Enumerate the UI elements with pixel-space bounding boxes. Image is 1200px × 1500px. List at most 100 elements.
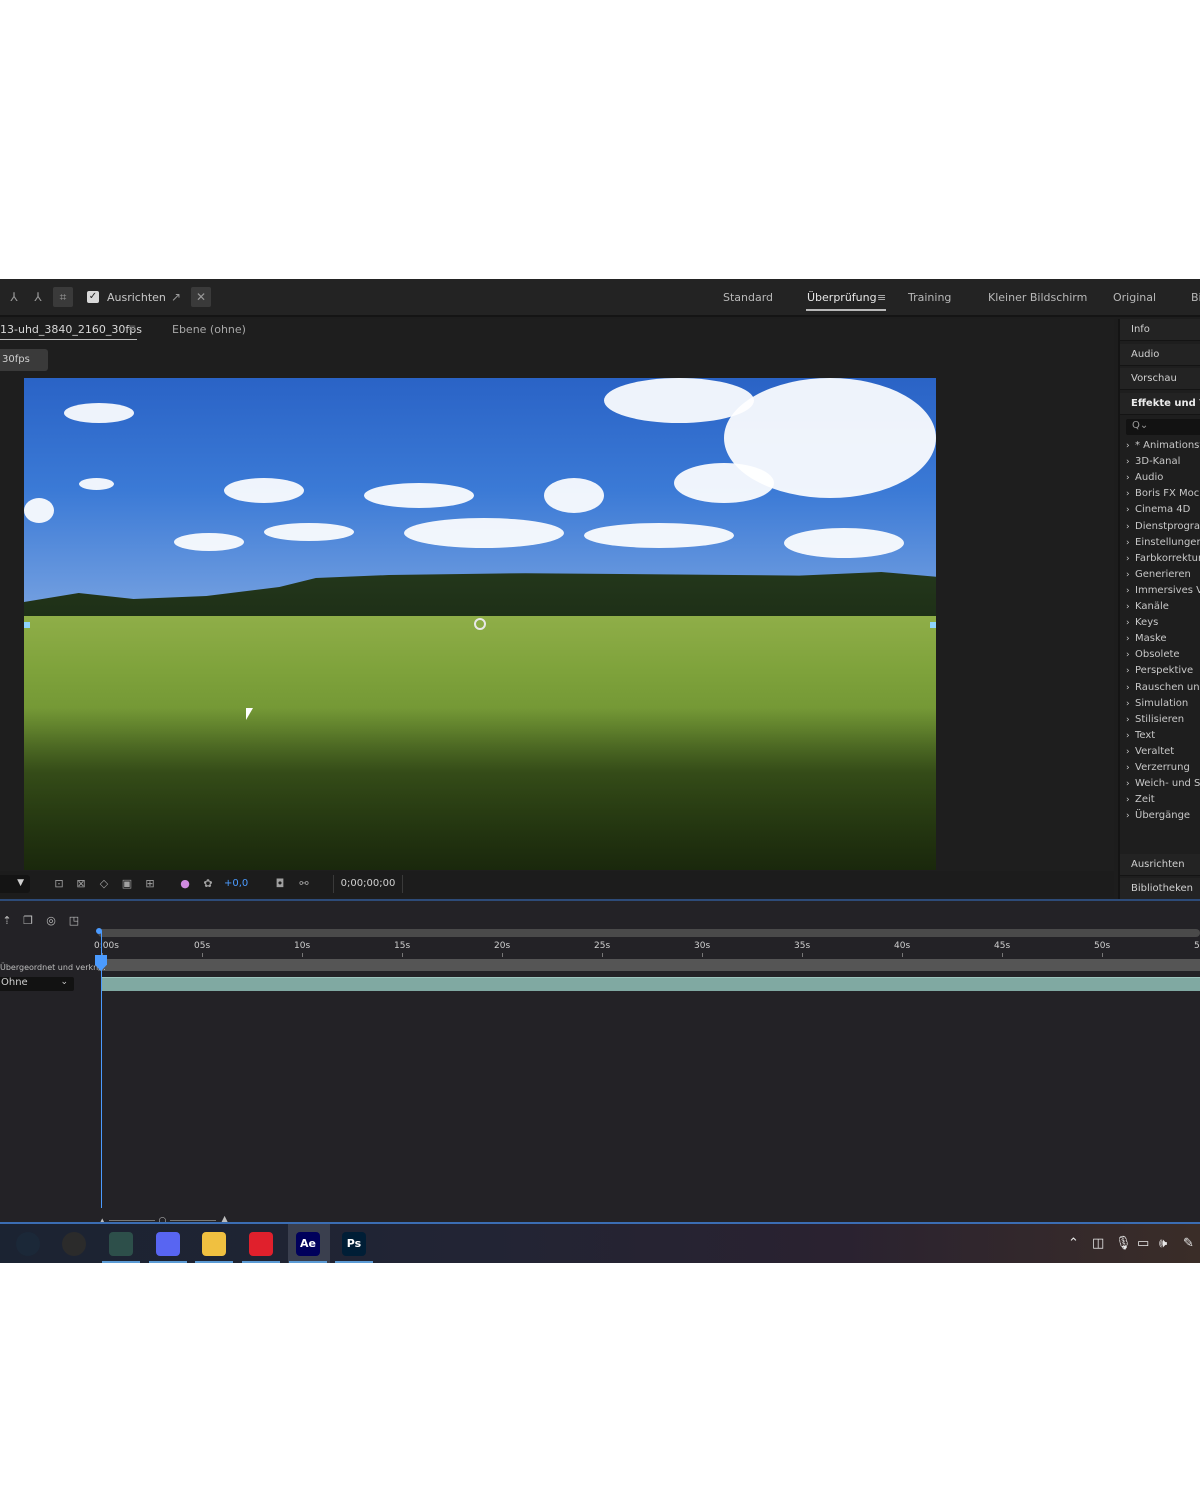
discord-icon[interactable] [156, 1232, 180, 1256]
puppet-starch-tool-icon[interactable]: ⅄ [28, 287, 48, 307]
effect-category-item[interactable]: › Verzerrung [1126, 762, 1190, 773]
puppet-overlap-tool-icon[interactable]: ⌗ [53, 287, 73, 307]
chevron-right-icon: › [1126, 537, 1130, 548]
effect-category-item[interactable]: › 3D-Kanal [1126, 456, 1180, 467]
effect-category-item[interactable]: › Übergänge [1126, 810, 1190, 821]
reset-exposure-icon[interactable]: ✿ [201, 877, 215, 891]
effect-category-item[interactable]: › Perspektive [1126, 665, 1193, 676]
snapshot-icon[interactable]: ◘ [273, 877, 287, 891]
layer-tab[interactable]: Ebene (ohne) [172, 323, 246, 336]
time-tick-mark [502, 953, 503, 957]
layer-handle[interactable] [24, 622, 30, 628]
show-snapshot-icon[interactable]: ⚯ [297, 877, 311, 891]
time-tick-label: 15s [394, 941, 411, 951]
composition-tab[interactable]: 13-uhd_3840_2160_30fps [0, 323, 142, 336]
obs-icon[interactable] [62, 1232, 86, 1256]
effect-category-item[interactable]: › Text [1126, 730, 1155, 741]
effect-category-item[interactable]: › Obsolete [1126, 649, 1180, 660]
time-tick-mark [602, 953, 603, 957]
panel-header-effects[interactable]: Effekte und Vor [1120, 393, 1200, 415]
composition-viewer[interactable] [24, 378, 936, 870]
volume-icon[interactable]: 🕪 [1159, 1236, 1167, 1251]
pen-icon[interactable]: ✎ [1183, 1236, 1194, 1251]
effect-category-label: Perspektive [1135, 665, 1194, 677]
network-icon[interactable]: ▭ [1137, 1236, 1149, 1251]
effect-category-item[interactable]: › Cinema 4D [1126, 504, 1190, 515]
chevron-up-icon[interactable]: ⌃ [1068, 1236, 1079, 1251]
effect-category-item[interactable]: › Farbkorrektur [1126, 553, 1200, 564]
acrobat-icon[interactable] [249, 1232, 273, 1256]
effect-category-item[interactable]: › Keys [1126, 617, 1158, 628]
panel-header-libraries[interactable]: Bibliotheken [1120, 878, 1200, 900]
effect-category-item[interactable]: › Audio [1126, 472, 1163, 483]
layer-duration-bar[interactable] [102, 977, 1200, 991]
toggle-mask-icon[interactable]: ▣ [120, 877, 134, 891]
effect-category-label: Verzerrung [1135, 762, 1190, 773]
webcam-icon[interactable]: ◫ [1092, 1236, 1104, 1251]
effects-search-input[interactable]: Q⌄ [1126, 419, 1200, 435]
effect-category-item[interactable]: › Generieren [1126, 569, 1191, 580]
motion-blur-icon[interactable]: ◎ [44, 914, 58, 928]
composition-breadcrumb[interactable]: 30fps [0, 349, 48, 371]
draft-3d-icon[interactable]: ❐ [21, 914, 35, 928]
effect-category-item[interactable]: › * Animationsv [1126, 440, 1200, 451]
effect-category-item[interactable]: › Stilisieren [1126, 714, 1184, 725]
panel-header-align[interactable]: Ausrichten [1120, 854, 1200, 876]
workspace-original[interactable]: Original [1113, 291, 1156, 304]
work-area-bar[interactable] [98, 959, 1200, 971]
effect-category-item[interactable]: › Rauschen und [1126, 682, 1200, 693]
effect-category-item[interactable]: › Maske [1126, 633, 1167, 644]
running-app-indicator [289, 1261, 327, 1263]
effect-category-item[interactable]: › Simulation [1126, 698, 1188, 709]
chevron-right-icon: › [1126, 441, 1130, 451]
puppet-pin-tool-icon[interactable]: ⅄ [4, 287, 24, 307]
workspace-more[interactable]: Bi [1191, 291, 1200, 304]
time-tick-mark [1102, 953, 1103, 957]
time-tick-label: 35s [794, 941, 811, 951]
channel-icon[interactable]: ● [178, 877, 192, 891]
effect-category-item[interactable]: › Zeit [1126, 794, 1155, 805]
workspace-review[interactable]: Überprüfung [807, 291, 877, 304]
anchor-point-icon[interactable] [474, 618, 486, 630]
effect-category-item[interactable]: › Einstellungen [1126, 537, 1200, 548]
transparency-grid-icon[interactable]: ⊠ [74, 877, 88, 891]
workspace-menu-icon[interactable]: ≡ [877, 291, 886, 304]
workspace-training[interactable]: Training [908, 291, 951, 304]
parent-link-icon[interactable]: ⇡ [0, 914, 14, 928]
snap-checkbox[interactable]: ✓ [87, 291, 99, 303]
chevron-right-icon: › [1126, 682, 1130, 693]
snap-feature-icon[interactable]: ✕ [191, 287, 211, 307]
layer-handle[interactable] [930, 622, 936, 628]
timecode-display[interactable]: 0;00;00;00 [333, 875, 403, 893]
after-effects-icon[interactable]: Ae [296, 1232, 320, 1256]
mask-path-icon[interactable]: ◇ [97, 877, 111, 891]
snap-options-icon[interactable]: ↗ [166, 287, 186, 307]
magnification-dropdown[interactable]: ▼ [0, 875, 30, 893]
panel-header-audio[interactable]: Audio [1120, 344, 1200, 366]
effect-category-label: Veraltet [1135, 745, 1175, 757]
time-tick-label: 10s [294, 941, 311, 951]
parent-dropdown[interactable]: Ohne ⌄ [0, 977, 74, 991]
effect-category-item[interactable]: › Veraltet [1126, 746, 1174, 757]
region-of-interest-icon[interactable]: ⊡ [52, 877, 66, 891]
effect-category-item[interactable]: › Kanäle [1126, 601, 1169, 612]
guides-icon[interactable]: ⊞ [143, 877, 157, 891]
panel-header-info[interactable]: Info [1120, 319, 1200, 341]
cloud [584, 523, 734, 548]
steam-icon[interactable] [16, 1232, 40, 1256]
terminal-icon[interactable] [109, 1232, 133, 1256]
workspace-standard[interactable]: Standard [723, 291, 773, 304]
effect-category-item[interactable]: › Weich- und Sc [1126, 778, 1200, 789]
workspace-small-screen[interactable]: Kleiner Bildschirm [988, 291, 1087, 304]
effect-category-item[interactable]: › Dienstprogram [1126, 521, 1200, 532]
effect-category-item[interactable]: › Boris FX Moch [1126, 488, 1200, 499]
effect-category-item[interactable]: › Immersives Vi [1126, 585, 1200, 596]
exposure-value[interactable]: +0,0 [224, 878, 248, 889]
file-explorer-icon[interactable] [202, 1232, 226, 1256]
panel-header-preview[interactable]: Vorschau [1120, 368, 1200, 390]
photoshop-icon[interactable]: Ps [342, 1232, 366, 1256]
tab-menu-icon[interactable]: ≡ [128, 323, 136, 334]
time-navigator[interactable] [98, 929, 1200, 937]
graph-editor-icon[interactable]: ◳ [67, 914, 81, 928]
microphone-icon[interactable]: 🎙 [1115, 1236, 1132, 1251]
